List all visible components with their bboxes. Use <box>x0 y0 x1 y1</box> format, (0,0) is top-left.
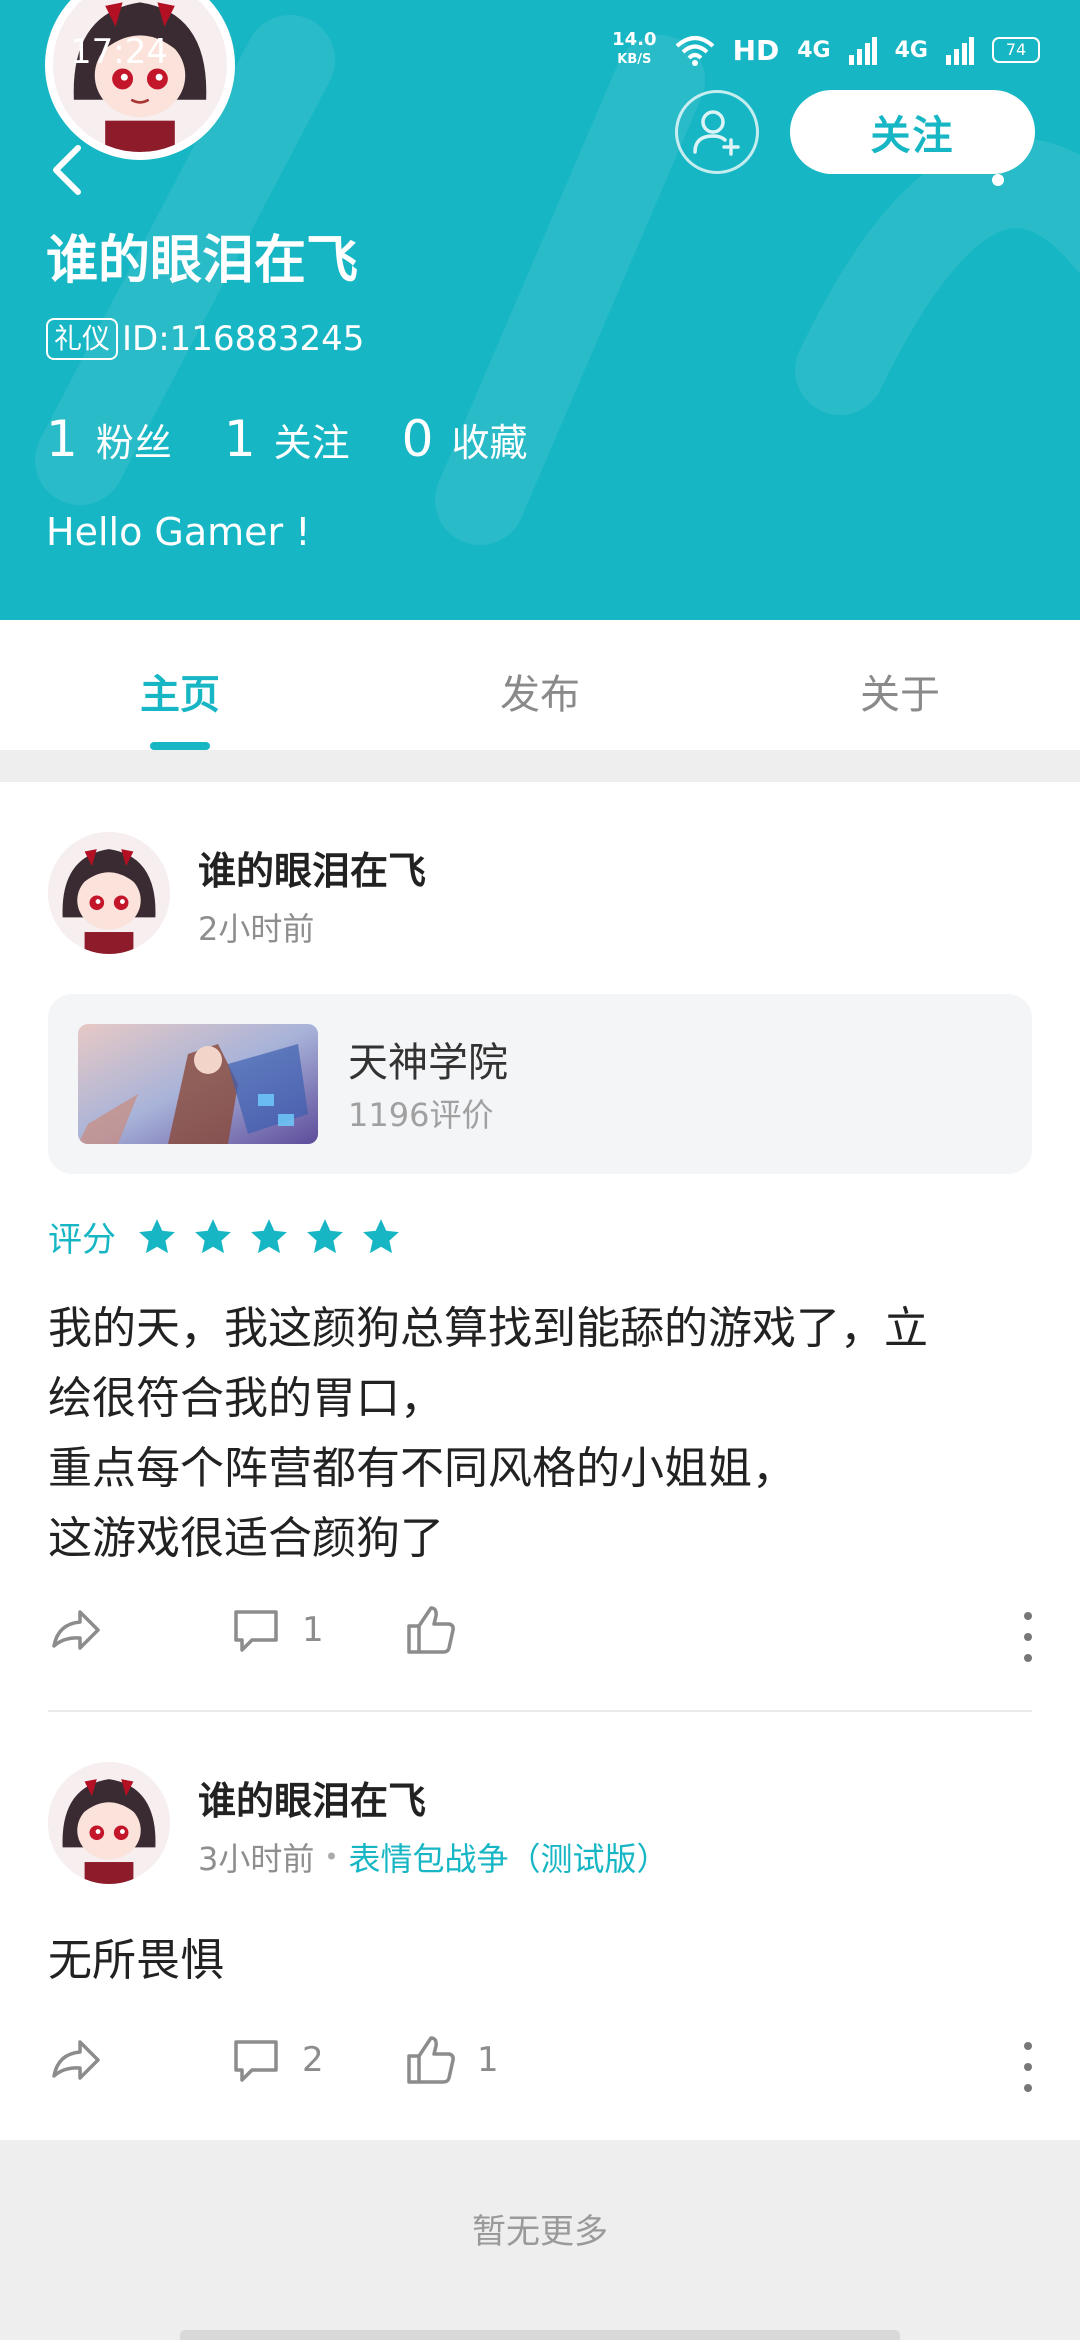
stat-favorites[interactable]: 0 收藏 <box>402 410 528 468</box>
share-button[interactable] <box>48 2032 104 2088</box>
post-time: 3小时前 <box>198 1840 315 1878</box>
post-body-line: 重点每个阵营都有不同风格的小姐姐， <box>48 1443 796 1494</box>
stat-fans[interactable]: 1 粉丝 <box>46 410 172 468</box>
signal-1: 4G <box>797 37 831 63</box>
gesture-bar[interactable] <box>180 2330 900 2340</box>
post-meta: 3小时前 • 表情包战争（测试版） <box>198 1834 669 1880</box>
share-button[interactable] <box>48 1602 104 1658</box>
profile-username: 谁的眼泪在飞 <box>46 231 359 291</box>
network-speed-value: 14.0 <box>612 29 657 50</box>
battery-icon: 74 <box>992 37 1040 63</box>
rating-row: 评分 <box>48 1212 402 1261</box>
post-actions: 2 1 <box>48 2032 1038 2102</box>
comment-count: 1 <box>302 1610 324 1650</box>
stat-fans-label: 粉丝 <box>95 421 172 465</box>
comment-count: 2 <box>302 2040 324 2080</box>
status-bar-right: 14.0 KB/S HD 4G 4G 74 <box>612 20 1040 80</box>
feed-footer: 暂无更多 <box>0 2140 1080 2340</box>
network-speed-unit: KB/S <box>617 52 652 67</box>
stat-fans-count: 1 <box>46 410 78 468</box>
profile-tabs: 主页 发布 关于 <box>0 620 1080 750</box>
post-meta: 2小时前 <box>198 904 314 950</box>
share-icon <box>52 1610 100 1650</box>
meta-separator-dot: • <box>324 1843 339 1871</box>
like-count: 1 <box>477 2040 499 2080</box>
like-button[interactable] <box>403 1602 477 1658</box>
post-body[interactable]: 无所畏惧 <box>48 1926 1038 1996</box>
follow-button[interactable]: 关注 <box>790 90 1035 174</box>
back-arrow-icon[interactable] <box>44 140 94 200</box>
stat-favorites-label: 收藏 <box>451 421 528 465</box>
rating-label: 评分 <box>48 1220 116 1260</box>
add-user-icon <box>693 110 740 156</box>
post-body-line: 我的天，我这颜狗总算找到能舔的游戏了，立 <box>48 1303 928 1354</box>
tab-about[interactable]: 关于 <box>720 620 1080 750</box>
more-options-button[interactable] <box>1018 1612 1038 1662</box>
add-friend-button[interactable] <box>675 90 759 174</box>
comment-icon <box>234 1610 278 1652</box>
stat-following-count: 1 <box>223 410 256 468</box>
profile-id-row: 礼仪 ID:116883245 <box>46 318 364 360</box>
game-thumbnail <box>78 1024 318 1144</box>
profile-header: 17:24 14.0 KB/S HD 4G 4G 74 关注 谁的眼泪在飞 礼仪… <box>0 0 1080 620</box>
game-card[interactable]: 天神学院 1196评价 <box>48 994 1032 1174</box>
star-icon <box>307 1218 343 1253</box>
post-body-line: 绘很符合我的胃口， <box>48 1373 444 1424</box>
comment-button[interactable]: 1 <box>228 1602 324 1658</box>
star-icon <box>251 1218 287 1253</box>
tab-home[interactable]: 主页 <box>0 620 360 750</box>
post-author-avatar[interactable] <box>48 832 170 954</box>
post-actions: 1 <box>48 1602 1038 1672</box>
profile-id: ID:116883245 <box>122 319 365 359</box>
post-author-avatar[interactable] <box>48 1762 170 1884</box>
share-icon <box>52 2040 100 2080</box>
signal-2: 4G <box>894 37 928 63</box>
post-author-name[interactable]: 谁的眼泪在飞 <box>198 1770 426 1825</box>
post-body-line: 无所畏惧 <box>48 1935 224 1986</box>
avatar-illustration <box>53 0 227 152</box>
network-speed: 14.0 KB/S <box>612 30 656 70</box>
comment-button[interactable]: 2 <box>228 2032 324 2088</box>
wifi-icon <box>675 36 714 66</box>
more-options-button[interactable] <box>1018 2042 1038 2092</box>
signal-bars-icon <box>946 37 974 65</box>
stat-following[interactable]: 1 关注 <box>224 410 350 468</box>
hd-indicator: HD <box>732 33 780 67</box>
tab-posts[interactable]: 发布 <box>360 620 720 750</box>
post-body[interactable]: 我的天，我这颜狗总算找到能舔的游戏了，立 绘很符合我的胃口， 重点每个阵营都有不… <box>48 1294 1038 1574</box>
etiquette-badge[interactable]: 礼仪 <box>46 318 119 360</box>
feed-post: 谁的眼泪在飞 2小时前 天神学院 1196评价 评分 我的天，我这颜狗总算找到能… <box>0 782 1080 1712</box>
avatar-illustration <box>48 1762 170 1884</box>
post-time: 2小时前 <box>198 910 315 948</box>
thumbs-up-icon <box>407 2036 455 2084</box>
game-review-count: 1196评价 <box>348 1096 494 1134</box>
post-body-line: 这游戏很适合颜狗了 <box>48 1513 444 1564</box>
profile-bio: Hello Gamer ! <box>46 510 311 554</box>
star-icon <box>363 1218 399 1253</box>
star-icon <box>139 1218 175 1253</box>
stat-favorites-count: 0 <box>401 410 434 468</box>
follow-indicator-dot <box>992 174 1004 186</box>
stat-following-label: 关注 <box>273 421 350 465</box>
avatar-illustration <box>48 832 170 954</box>
comment-icon <box>234 2040 278 2082</box>
like-button[interactable]: 1 <box>403 2032 499 2088</box>
post-game-link[interactable]: 表情包战争（测试版） <box>349 1834 669 1880</box>
signal-bars-icon <box>848 37 877 65</box>
game-name: 天神学院 <box>348 1040 508 1086</box>
feed-post: 谁的眼泪在飞 3小时前 • 表情包战争（测试版） 无所畏惧 2 1 <box>0 1712 1080 2140</box>
thumbs-up-icon <box>407 1606 455 1654</box>
game-cover-art <box>78 1024 318 1144</box>
star-icon <box>195 1218 231 1253</box>
status-time: 17:24 <box>70 32 168 72</box>
section-separator <box>0 750 1080 782</box>
no-more-text: 暂无更多 <box>472 2212 608 2252</box>
profile-stats: 1 粉丝 1 关注 0 收藏 <box>46 410 527 468</box>
post-author-name[interactable]: 谁的眼泪在飞 <box>198 840 426 895</box>
